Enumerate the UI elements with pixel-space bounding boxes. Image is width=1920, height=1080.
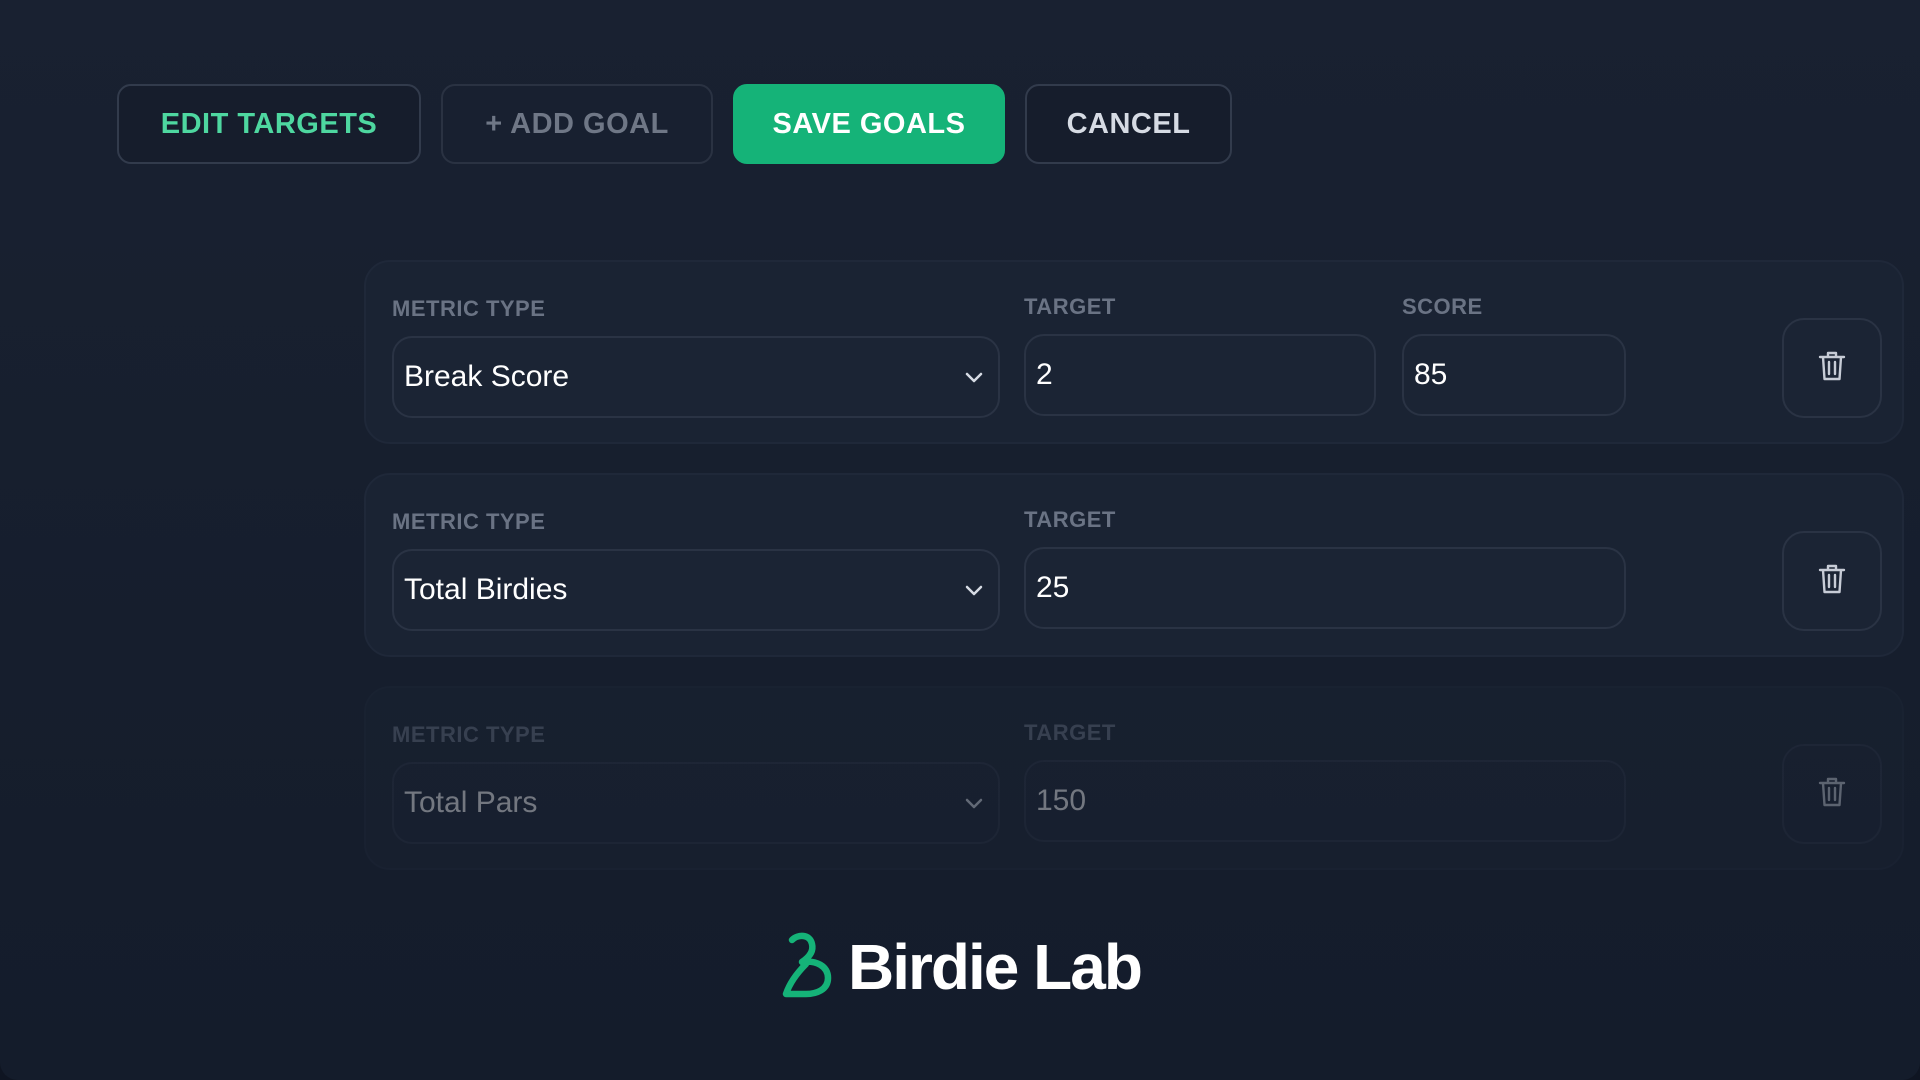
metric-type-value: Total Birdies [404,573,568,606]
brand-logo: Birdie Lab [780,930,1143,1004]
target-value: 150 [1036,784,1087,817]
target-label: TARGET [1024,720,1116,745]
edit-targets-button[interactable]: EDIT TARGETS [117,84,421,164]
goals-editor-page: EDIT TARGETS + ADD GOAL SAVE GOALS CANCE… [0,0,1920,1080]
target-label: TARGET [1024,507,1116,532]
delete-goal-button[interactable] [1782,318,1882,418]
trash-icon [1817,775,1847,814]
metric-type-select[interactable]: Total Pars [392,762,1000,844]
score-input[interactable]: 85 [1402,334,1626,416]
cancel-button[interactable]: CANCEL [1025,84,1232,164]
trash-icon [1817,562,1847,601]
add-goal-button[interactable]: + ADD GOAL [441,84,713,164]
brand-name: Birdie Lab [848,931,1143,1003]
delete-goal-button[interactable] [1782,531,1882,631]
goal-card: METRIC TYPE Total Pars TARGET 150 [364,686,1904,870]
target-value: 2 [1036,358,1053,391]
goal-card: METRIC TYPE Break Score TARGET 2 SCORE 8… [364,260,1904,444]
metric-type-value: Total Pars [404,786,538,819]
chevron-down-icon [962,578,986,602]
goal-card: METRIC TYPE Total Birdies TARGET 25 [364,473,1904,657]
score-value: 85 [1414,358,1448,391]
metric-type-value: Break Score [404,360,570,393]
goals-toolbar: EDIT TARGETS + ADD GOAL SAVE GOALS CANCE… [117,84,1232,164]
metric-type-label: METRIC TYPE [392,296,546,321]
target-value: 25 [1036,571,1070,604]
delete-goal-button[interactable] [1782,744,1882,844]
trash-icon [1817,349,1847,388]
chevron-down-icon [962,791,986,815]
save-goals-button[interactable]: SAVE GOALS [733,84,1005,164]
target-input[interactable]: 2 [1024,334,1376,416]
chevron-down-icon [962,365,986,389]
target-label: TARGET [1024,294,1116,319]
score-label: SCORE [1402,294,1483,319]
metric-type-select[interactable]: Total Birdies [392,549,1000,631]
metric-type-select[interactable]: Break Score [392,336,1000,418]
target-input[interactable]: 25 [1024,547,1626,629]
metric-type-label: METRIC TYPE [392,509,546,534]
birdie-lab-logo-icon [780,932,836,1003]
target-input[interactable]: 150 [1024,760,1626,842]
metric-type-label: METRIC TYPE [392,722,546,747]
